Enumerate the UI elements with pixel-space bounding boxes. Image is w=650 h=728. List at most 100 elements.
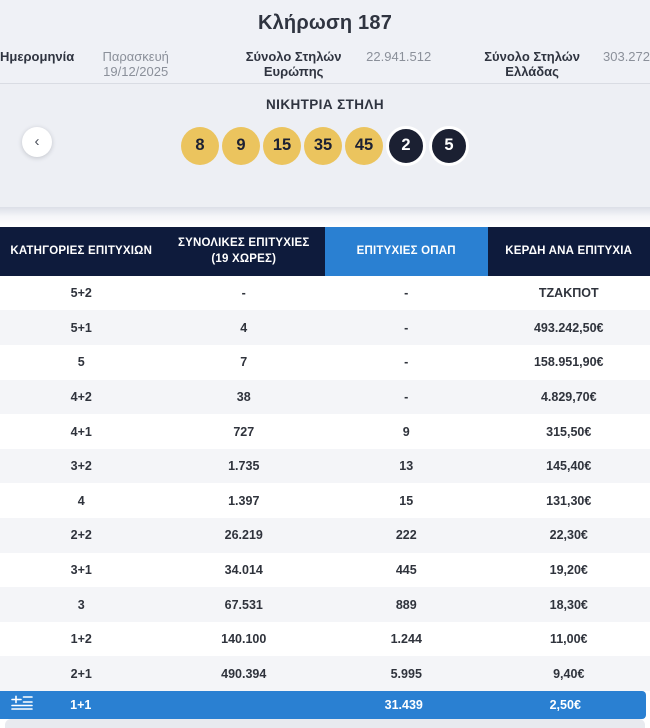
table-row: 3+2 1.735 13 145,40€ xyxy=(0,448,650,484)
stat-europe-label: Σύνολο Στηλών Ευρώπης xyxy=(245,49,342,79)
cell-total-wins: 1.735 xyxy=(228,459,260,474)
bottom-card-edge xyxy=(5,719,645,728)
cell-opap-wins: - xyxy=(404,286,409,301)
cell-prize-per-win: 18,30€ xyxy=(549,597,588,612)
cell-prize-per-win: 315,50€ xyxy=(546,424,592,439)
cell-total-wins: 7 xyxy=(240,355,248,370)
table-body: 5+2 - - ΤΖΑΚΠΟΤ 5+1 4 - 493.242,50€ 5 7 … xyxy=(0,276,650,719)
cell-prize-per-win: 145,40€ xyxy=(546,459,592,474)
cell-opap-wins: 889 xyxy=(395,597,417,612)
cell-total-wins: 38 xyxy=(236,389,251,404)
cell-total-wins: 140.100 xyxy=(221,632,267,647)
table-row: 3+1 34.014 445 19,20€ xyxy=(0,553,650,588)
cell-prize-per-win: 11,00€ xyxy=(549,632,588,647)
cell-total-wins: 1.397 xyxy=(228,493,260,508)
cell-opap-wins: 9 xyxy=(402,424,410,439)
section-divider xyxy=(0,206,650,227)
cell-total-wins: 34.014 xyxy=(224,562,263,577)
cell-opap-wins: 15 xyxy=(399,493,414,508)
column-header-label: ΚΑΤΗΓΟΡΙΕΣ ΕΠΙΤΥΧΙΩΝ xyxy=(10,245,153,258)
cell-category: 3+1 xyxy=(70,562,92,577)
stat-greece-label: Σύνολο Στηλών Ελλάδας xyxy=(484,49,580,79)
column-header-label: ΣΥΝΟΛΙΚΕΣ ΕΠΙΤΥΧΙΕΣ xyxy=(177,236,310,249)
cell-category: 5+1 xyxy=(70,320,92,335)
results-table: ΚΑΤΗΓΟΡΙΕΣ ΕΠΙΤΥΧΙΩΝ ΣΥΝΟΛΙΚΕΣ ΕΠΙΤΥΧΙΕΣ… xyxy=(0,226,650,728)
cell-total-wins: 727 xyxy=(233,424,255,439)
cell-category: 4+2 xyxy=(70,389,92,404)
table-header: ΚΑΤΗΓΟΡΙΕΣ ΕΠΙΤΥΧΙΩΝ ΣΥΝΟΛΙΚΕΣ ΕΠΙΤΥΧΙΕΣ… xyxy=(0,226,650,276)
draw-stats-row: Ημερομηνία Παρασκευή 19/12/2025 Σύνολο Σ… xyxy=(0,49,650,79)
cell-category: 5 xyxy=(77,355,85,370)
winning-numbers-section: ΝΙΚΗΤΡΙΑ ΣΤΗΛΗ ‹ 8 9 15 35 45 2 5 xyxy=(0,83,650,207)
winning-balls: 8 9 15 35 45 2 5 xyxy=(0,125,650,166)
table-row: 5+2 - - ΤΖΑΚΠΟΤ xyxy=(0,276,650,311)
cell-prize-per-win: 9,40€ xyxy=(553,666,585,681)
cell-opap-wins: 5.995 xyxy=(390,666,422,681)
main-number-ball: 45 xyxy=(345,126,383,165)
stat-date-label: Ημερομηνία xyxy=(0,49,75,64)
cell-category: 3 xyxy=(77,597,85,612)
cell-prize-per-win: ΤΖΑΚΠΟΤ xyxy=(538,286,599,301)
bonus-number-ball: 2 xyxy=(386,125,426,166)
chevron-left-icon: ‹ xyxy=(34,133,40,151)
stat-date: Ημερομηνία Παρασκευή 19/12/2025 xyxy=(0,49,191,79)
stat-date-value: Παρασκευή 19/12/2025 xyxy=(102,49,169,79)
table-row: 1+2 140.100 1.244 11,00€ xyxy=(0,622,650,657)
main-number-ball: 9 xyxy=(222,126,260,165)
cell-opap-wins: 31.439 xyxy=(384,698,423,712)
cell-opap-wins: 1.244 xyxy=(390,632,422,647)
table-row: 5+1 4 - 493.242,50€ xyxy=(0,310,650,346)
cell-prize-per-win: 2,50€ xyxy=(549,698,581,712)
main-number-ball: 35 xyxy=(304,126,342,165)
column-header-label: ΚΕΡΔΗ ΑΝΑ ΕΠΙΤΥΧΙΑ xyxy=(505,245,633,258)
cell-category: 4+1 xyxy=(70,424,92,439)
column-header: ΣΥΝΟΛΙΚΕΣ ΕΠΙΤΥΧΙΕΣ (19 ΧΩΡΕΣ) xyxy=(163,227,326,276)
cell-opap-wins: - xyxy=(404,355,409,370)
cell-total-wins: 26.219 xyxy=(224,528,263,543)
cell-prize-per-win: 22,30€ xyxy=(549,528,588,543)
draw-header: Κλήρωση 187 Ημερομηνία Παρασκευή 19/12/2… xyxy=(0,0,650,84)
cell-total-wins: 67.531 xyxy=(224,597,263,612)
cell-total-wins: - xyxy=(241,286,246,301)
eurojackpot-results-page: Κλήρωση 187 Ημερομηνία Παρασκευή 19/12/2… xyxy=(0,0,650,728)
column-header: ΚΕΡΔΗ ΑΝΑ ΕΠΙΤΥΧΙΑ xyxy=(488,227,650,276)
column-header: ΚΑΤΗΓΟΡΙΕΣ ΕΠΙΤΥΧΙΩΝ xyxy=(0,227,163,276)
cell-prize-per-win: 493.242,50€ xyxy=(533,320,604,335)
stat-greece-columns: Σύνολο Στηλών Ελλάδας 303.272 xyxy=(467,49,650,79)
main-number-ball: 8 xyxy=(181,126,219,165)
table-row: 1+1 31.439 2,50€ xyxy=(0,691,646,719)
cell-prize-per-win: 4.829,70€ xyxy=(540,389,597,404)
cell-category: 2+1 xyxy=(70,666,92,681)
stat-europe-value: 22.941.512 xyxy=(366,49,432,64)
winning-numbers-title: ΝΙΚΗΤΡΙΑ ΣΤΗΛΗ xyxy=(266,96,384,112)
cell-opap-wins: - xyxy=(404,389,409,404)
previous-draw-button[interactable]: ‹ xyxy=(22,126,52,157)
cell-category: 5+2 xyxy=(70,286,92,301)
table-row: 4+2 38 - 4.829,70€ xyxy=(0,379,650,415)
bonus-number-ball: 5 xyxy=(429,125,469,166)
column-header-label: ΕΠΙΤΥΧΙΕΣ ΟΠΑΠ xyxy=(356,245,456,258)
stat-greece-value: 303.272 xyxy=(603,49,650,64)
table-row: 2+2 26.219 222 22,30€ xyxy=(0,518,650,553)
cell-total-wins: 4 xyxy=(240,320,248,335)
table-row: 5 7 - 158.951,90€ xyxy=(0,345,650,380)
cell-opap-wins: 13 xyxy=(399,459,414,474)
cell-prize-per-win: 19,20€ xyxy=(549,562,588,577)
cell-category: 2+2 xyxy=(70,528,92,543)
table-row: 2+1 490.394 5.995 9,40€ xyxy=(0,656,650,691)
main-number-ball: 15 xyxy=(263,126,301,165)
cell-prize-per-win: 131,30€ xyxy=(546,493,592,508)
table-row: 3 67.531 889 18,30€ xyxy=(0,587,650,622)
cell-category: 3+2 xyxy=(70,459,92,474)
table-row: 4 1.397 15 131,30€ xyxy=(0,483,650,518)
cell-category: 1+2 xyxy=(70,632,92,647)
column-header: ΕΠΙΤΥΧΙΕΣ ΟΠΑΠ xyxy=(325,226,488,276)
cell-opap-wins: 222 xyxy=(395,528,417,543)
column-header-sublabel: (19 ΧΩΡΕΣ) xyxy=(211,253,277,266)
cell-opap-wins: 445 xyxy=(395,562,417,577)
cell-total-wins: 490.394 xyxy=(221,666,267,681)
table-row: 4+1 727 9 315,50€ xyxy=(0,414,650,449)
stat-europe-columns: Σύνολο Στηλών Ευρώπης 22.941.512 xyxy=(227,49,431,79)
cell-prize-per-win: 158.951,90€ xyxy=(533,355,604,370)
cell-opap-wins: - xyxy=(404,320,409,335)
